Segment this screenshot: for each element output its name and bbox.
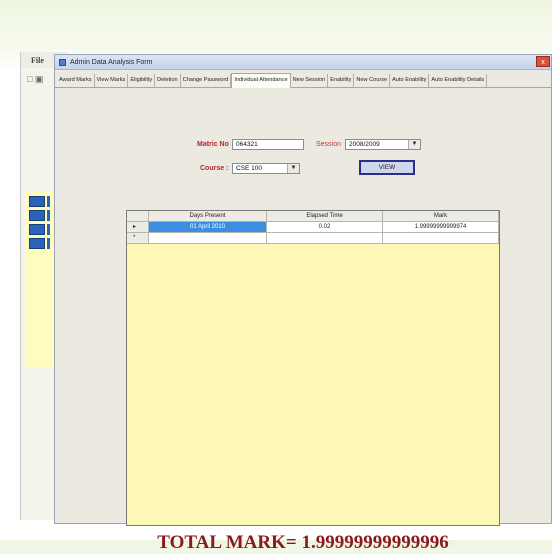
cell-days-present[interactable] [149, 233, 267, 244]
tab-individual-attendance[interactable]: Individual Attendance [231, 73, 291, 88]
session-select[interactable]: 2008/2009 ▼ [345, 139, 421, 150]
cell-days-present[interactable]: 01 April 2010 [149, 222, 267, 233]
matric-label: Matric No [197, 141, 229, 148]
tab-content-pane: Matric No 064321 Session 2008/2009 ▼ Cou… [57, 88, 549, 553]
app-icon [59, 58, 66, 66]
table-row[interactable]: ▸ 01 April 2010 0.02 1.99999999999974 [127, 222, 499, 233]
row-indicator-new[interactable]: * [127, 233, 149, 244]
file-menu-label: File [31, 56, 44, 65]
cell-mark[interactable]: 1.99999999999974 [383, 222, 499, 233]
grid-corner [127, 211, 149, 222]
course-value: CSE 100 [236, 165, 263, 172]
monitor-icon[interactable] [29, 238, 50, 249]
course-label: Course : [200, 165, 229, 172]
close-button[interactable]: x [536, 56, 550, 67]
tab-change-password[interactable]: Change Password [181, 74, 232, 87]
table-row-new[interactable]: * [127, 233, 499, 244]
window-titlebar[interactable]: Admin Data Analysis Form [55, 55, 551, 70]
background-toolbar-icons: □ ▣ [27, 74, 44, 84]
cell-elapsed-time[interactable]: 0.02 [267, 222, 383, 233]
tab-eligibility[interactable]: Eligibility [128, 74, 156, 87]
matric-input[interactable]: 064321 [232, 139, 304, 150]
tab-new-course[interactable]: New Course [354, 74, 391, 87]
cell-mark[interactable] [383, 233, 499, 244]
monitor-icon[interactable] [29, 196, 50, 207]
row-indicator-current[interactable]: ▸ [127, 222, 149, 233]
chevron-down-icon[interactable]: ▼ [408, 140, 420, 149]
column-header-mark[interactable]: Mark [383, 211, 499, 222]
monitor-icon[interactable] [29, 224, 50, 235]
tab-strip: Award Marks View Marks Eligibility Delet… [55, 73, 551, 88]
attendance-grid[interactable]: Days Present Elapsed Time Mark ▸ 01 Apri… [126, 210, 500, 526]
tab-auto-enability[interactable]: Auto Enability [390, 74, 430, 87]
tab-view-marks[interactable]: View Marks [95, 74, 129, 87]
chevron-down-icon[interactable]: ▼ [287, 164, 299, 173]
tab-deletion[interactable]: Deletion [155, 74, 181, 87]
tab-award-marks[interactable]: Award Marks [57, 74, 95, 87]
session-value: 2008/2009 [349, 141, 380, 148]
monitor-icon[interactable] [29, 210, 50, 221]
total-mark-label: TOTAL MARK= 1.99999999999996 [157, 532, 449, 553]
session-label: Session [316, 141, 341, 148]
tab-new-session[interactable]: New Session [291, 74, 329, 87]
tab-enability[interactable]: Enability [328, 74, 355, 87]
column-header-days-present[interactable]: Days Present [149, 211, 267, 222]
grid-header-row: Days Present Elapsed Time Mark [127, 211, 499, 222]
cell-elapsed-time[interactable] [267, 233, 383, 244]
view-button[interactable]: VIEW [359, 160, 415, 175]
column-header-elapsed-time[interactable]: Elapsed Time [267, 211, 383, 222]
course-select[interactable]: CSE 100 ▼ [232, 163, 300, 174]
window-title: Admin Data Analysis Form [70, 58, 153, 66]
tab-auto-enability-details[interactable]: Auto Enability Details [429, 74, 488, 87]
admin-form-window: Admin Data Analysis Form x Award Marks V… [54, 54, 552, 553]
